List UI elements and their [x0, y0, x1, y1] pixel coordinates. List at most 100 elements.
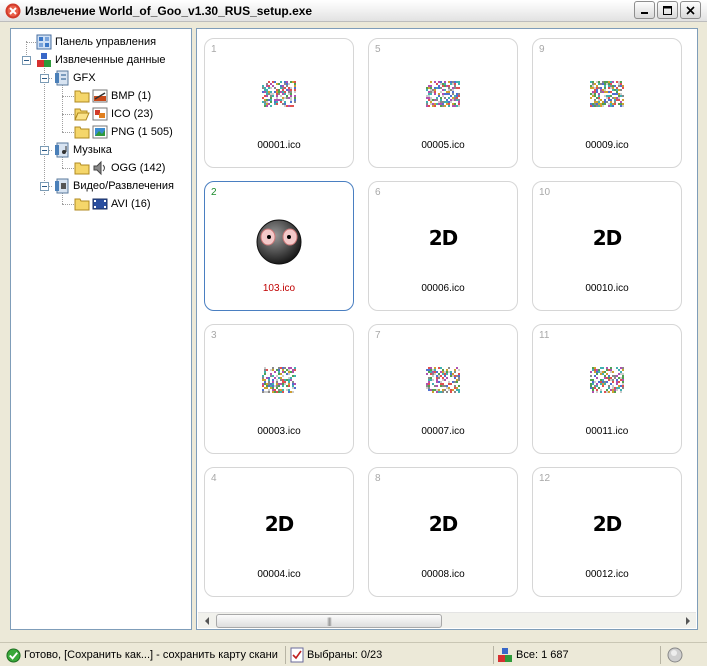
thumbnail-tile[interactable]: 8 2D 00008.ico — [368, 467, 518, 597]
control-panel-icon — [36, 34, 52, 50]
tile-number: 4 — [211, 473, 217, 484]
expander-video[interactable] — [40, 182, 49, 191]
bmp-icon — [92, 89, 108, 103]
thumbnail-tile[interactable]: 4 2D 00004.ico — [204, 467, 354, 597]
maximize-button[interactable] — [657, 1, 678, 19]
folder-open-icon — [74, 108, 90, 121]
goo-ball-icon — [256, 219, 302, 265]
tile-number: 11 — [539, 330, 550, 341]
tree-item-label: Музыка — [73, 144, 112, 156]
tile-filename: 00001.ico — [257, 140, 301, 151]
tile-filename: 00010.ico — [585, 283, 629, 294]
icon-2d-thumbnail: 2D — [428, 512, 459, 536]
folder-icon — [74, 198, 90, 211]
noise-thumbnail-icon — [426, 367, 460, 393]
minimize-button[interactable] — [634, 1, 655, 19]
tile-number: 10 — [539, 187, 551, 198]
tree-item-ico[interactable]: ICO (23) — [74, 105, 153, 123]
status-indicator-icon — [667, 647, 683, 663]
selected-section: Выбраны: 0/23 — [290, 646, 490, 664]
content-panel[interactable]: 1 00001.ico 5 00005.ico 9 00009.ico 2 103.ico 6 2… — [196, 28, 698, 630]
status-bar: Готово, [Сохранить как...] - сохранить к… — [0, 642, 707, 666]
thumbnail-tile[interactable]: 1 00001.ico — [204, 38, 354, 168]
thumbnail-tile[interactable]: 10 2D 00010.ico — [532, 181, 682, 311]
tile-filename: 00005.ico — [421, 140, 465, 151]
tree-item-music[interactable]: Музыка — [54, 141, 112, 159]
scroll-left-button[interactable] — [199, 614, 214, 628]
tile-number: 7 — [375, 330, 381, 341]
tree-item-avi[interactable]: AVI (16) — [74, 195, 151, 213]
thumbnail-tile[interactable]: 12 2D 00012.ico — [532, 467, 682, 597]
video-icon — [55, 178, 69, 194]
png-icon — [92, 125, 108, 139]
thumbnail-tile[interactable]: 11 00011.ico — [532, 324, 682, 454]
tree-item-extracted-data[interactable]: Извлеченные данные — [36, 51, 166, 69]
tile-number: 5 — [375, 44, 381, 55]
avi-icon — [92, 198, 108, 210]
arrow-right-icon — [685, 617, 690, 625]
tree-item-png[interactable]: PNG (1 505) — [74, 123, 173, 141]
noise-thumbnail-icon — [262, 81, 296, 107]
thumbnail-tile[interactable]: 9 00009.ico — [532, 38, 682, 168]
tile-filename: 00006.ico — [421, 283, 465, 294]
title-bar[interactable]: Извлечение World_of_Goo_v1.30_RUS_setup.… — [0, 0, 707, 22]
folder-icon — [74, 126, 90, 139]
arrow-left-icon — [204, 617, 209, 625]
tree-item-label: BMP (1) — [111, 90, 152, 102]
horizontal-scrollbar[interactable]: ||| — [198, 612, 696, 628]
icon-2d-thumbnail: 2D — [592, 226, 623, 250]
tile-filename: 00011.ico — [585, 426, 629, 437]
expander-gfx[interactable] — [40, 74, 49, 83]
close-button[interactable] — [680, 1, 701, 19]
tree-item-label: Панель управления — [55, 36, 157, 48]
tree-item-label: OGG (142) — [111, 162, 166, 174]
minimize-icon — [641, 11, 648, 14]
tree-item-gfx[interactable]: GFX — [54, 69, 96, 87]
tile-filename: 103.ico — [262, 283, 296, 294]
grip-icon: ||| — [326, 616, 332, 626]
tile-filename: 00004.ico — [257, 569, 301, 580]
noise-thumbnail-icon — [590, 81, 624, 107]
tile-filename: 00007.ico — [421, 426, 465, 437]
tree-item-label: PNG (1 505) — [111, 126, 173, 138]
ogg-icon — [93, 160, 105, 176]
thumbnail-tile[interactable]: 7 00007.ico — [368, 324, 518, 454]
tree-item-control-panel[interactable]: Панель управления — [36, 33, 156, 51]
app-icon — [5, 3, 21, 18]
tile-filename: 00009.ico — [585, 140, 629, 151]
icon-2d-thumbnail: 2D — [264, 512, 295, 536]
thumbnail-tile[interactable]: 2 103.ico — [204, 181, 354, 311]
tile-number: 8 — [375, 473, 381, 484]
thumbnail-tile[interactable]: 3 00003.ico — [204, 324, 354, 454]
noise-thumbnail-icon — [590, 367, 624, 393]
scroll-right-button[interactable] — [680, 614, 695, 628]
tree-item-label: ICO (23) — [111, 108, 154, 120]
status-text: Готово, [Сохранить как...] - сохранить к… — [24, 649, 278, 661]
tree-item-bmp[interactable]: BMP (1) — [74, 87, 151, 105]
tree-item-ogg[interactable]: OGG (142) — [74, 159, 165, 177]
selected-count: Выбраны: 0/23 — [307, 649, 383, 661]
thumbnail-tile[interactable]: 6 2D 00006.ico — [368, 181, 518, 311]
scrollbar-thumb[interactable]: ||| — [216, 614, 442, 628]
tile-filename: 00003.ico — [257, 426, 301, 437]
tile-number: 6 — [375, 187, 381, 198]
window-title: Извлечение World_of_Goo_v1.30_RUS_setup.… — [25, 3, 313, 18]
expander-extracted-data[interactable] — [22, 56, 31, 65]
status-section: Готово, [Сохранить как...] - сохранить к… — [6, 646, 282, 664]
extracted-data-icon — [37, 53, 51, 67]
icon-2d-thumbnail: 2D — [428, 226, 459, 250]
tree-item-video[interactable]: Видео/Развлечения — [54, 177, 174, 195]
tree-panel[interactable]: Панель управления Извлеченные данные GFX — [10, 28, 192, 630]
total-count: Все: 1 687 — [516, 649, 569, 661]
close-icon — [686, 5, 695, 15]
ok-icon — [6, 647, 21, 663]
tile-number: 3 — [211, 330, 217, 341]
maximize-icon — [663, 5, 672, 15]
folder-icon — [74, 90, 90, 103]
thumbnail-tile[interactable]: 5 00005.ico — [368, 38, 518, 168]
ico-icon — [92, 107, 108, 121]
icon-2d-thumbnail: 2D — [592, 512, 623, 536]
tree-item-label: GFX — [73, 72, 96, 84]
tile-number: 2 — [211, 187, 217, 198]
expander-music[interactable] — [40, 146, 49, 155]
